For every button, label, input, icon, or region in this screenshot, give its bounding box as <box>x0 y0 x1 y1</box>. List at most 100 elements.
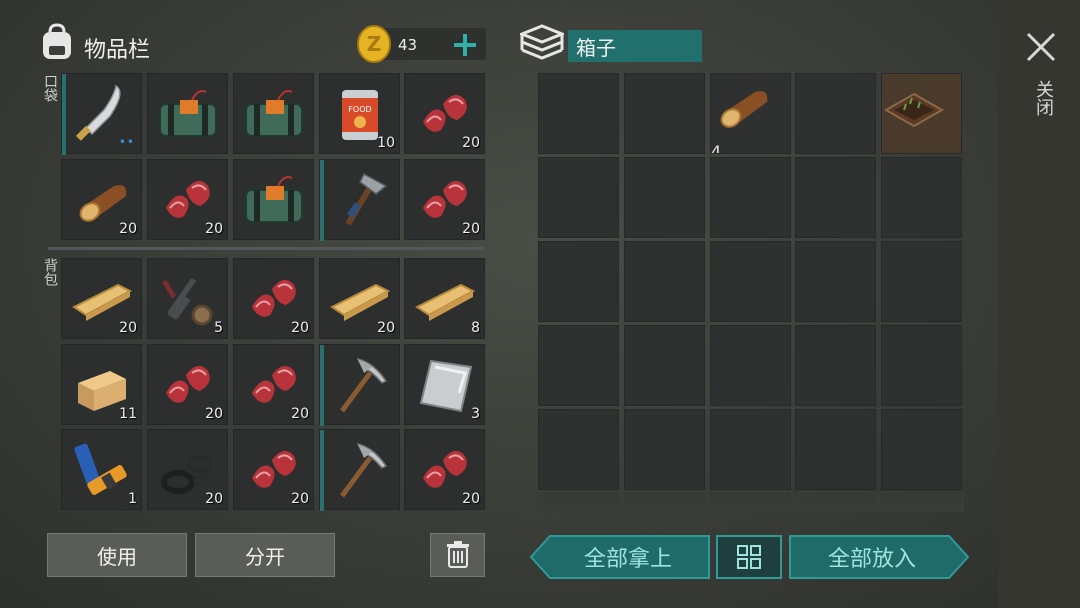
explosive-pack-icon <box>156 82 220 146</box>
hatchet-icon <box>328 168 392 232</box>
durability-bar <box>320 160 324 241</box>
inventory-slot[interactable]: 20 <box>233 258 314 339</box>
add-coins-button[interactable] <box>450 30 480 60</box>
garden-bed-icon <box>882 74 961 142</box>
coin-count: 43 <box>398 36 418 54</box>
use-button[interactable]: 使用 <box>47 533 187 577</box>
item-count: 20 <box>462 221 480 237</box>
inventory-slot[interactable] <box>710 157 791 238</box>
inventory-title: 物品栏 <box>84 38 151 63</box>
inventory-slot[interactable]: 20 <box>147 429 228 510</box>
inventory-slot[interactable] <box>538 157 619 238</box>
inventory-slot[interactable]: 5 <box>147 258 228 339</box>
inventory-slot[interactable]: 8 <box>404 258 485 339</box>
inventory-slot[interactable] <box>795 73 876 154</box>
inventory-slot[interactable]: 20 <box>147 344 228 425</box>
inventory-slot[interactable]: 20 <box>61 258 142 339</box>
log-icon <box>711 74 790 142</box>
inventory-slot[interactable] <box>881 325 962 406</box>
gun-parts-icon <box>156 267 220 331</box>
item-count: 3 <box>471 406 480 422</box>
metal-plate-icon <box>413 353 477 417</box>
inventory-slot[interactable]: 4 <box>710 73 791 154</box>
split-button[interactable]: 分开 <box>195 533 335 577</box>
inventory-slot[interactable] <box>624 325 705 406</box>
inventory-slot[interactable]: 20 <box>404 429 485 510</box>
close-icon <box>1026 32 1056 62</box>
item-count: 20 <box>291 320 309 336</box>
inventory-slot[interactable]: •• <box>61 73 142 155</box>
pickaxe-icon <box>328 353 392 417</box>
durability-bar <box>62 74 66 155</box>
inventory-slot[interactable] <box>795 157 876 238</box>
inventory-slot[interactable] <box>538 73 619 154</box>
durability-bar <box>320 430 324 511</box>
inventory-slot[interactable] <box>881 241 962 322</box>
durability-bar <box>320 345 324 426</box>
sort-button[interactable] <box>716 535 782 579</box>
inventory-slot[interactable] <box>881 73 962 154</box>
inventory-slot[interactable]: 20 <box>319 258 400 339</box>
inventory-slot[interactable] <box>795 409 876 490</box>
inventory-slot[interactable] <box>624 409 705 490</box>
item-count: 20 <box>291 406 309 422</box>
inventory-slot[interactable] <box>710 325 791 406</box>
inventory-slot[interactable] <box>147 73 228 154</box>
inventory-slot[interactable]: 3 <box>404 344 485 425</box>
inventory-slot[interactable]: 11 <box>61 344 142 425</box>
inventory-slot[interactable] <box>538 325 619 406</box>
item-count: 20 <box>462 135 480 151</box>
pickaxe-icon <box>328 438 392 502</box>
inventory-slot[interactable] <box>538 241 619 322</box>
inventory-slot[interactable] <box>881 409 962 490</box>
backpack-label: 背包 <box>42 258 58 286</box>
trash-icon <box>446 541 469 568</box>
explosive-pack-icon <box>242 82 306 146</box>
inventory-slot[interactable] <box>624 157 705 238</box>
item-count: 20 <box>205 221 223 237</box>
grid-icon <box>737 545 761 569</box>
backpack-icon <box>38 22 76 62</box>
item-count: 11 <box>119 406 137 422</box>
item-count: 20 <box>119 221 137 237</box>
ammo-dots: •• <box>118 135 135 149</box>
inventory-slot[interactable] <box>538 409 619 490</box>
inventory-slot[interactable] <box>233 73 314 154</box>
inventory-slot[interactable]: 20 <box>404 73 485 154</box>
inventory-slot[interactable]: 20 <box>233 344 314 425</box>
put-all-label: 全部放入 <box>827 547 916 572</box>
item-count: 4 <box>711 142 722 154</box>
svg-text:FOOD: FOOD <box>348 105 371 114</box>
inventory-slot[interactable] <box>881 157 962 238</box>
inventory-slot[interactable] <box>795 241 876 322</box>
inventory-slot[interactable]: 20 <box>233 429 314 510</box>
inventory-slot[interactable] <box>710 241 791 322</box>
inventory-slot[interactable] <box>624 241 705 322</box>
item-count: 10 <box>377 135 395 151</box>
inventory-slot[interactable]: 20 <box>61 159 142 240</box>
pocket-label: 口袋 <box>42 74 58 102</box>
inventory-slot[interactable] <box>319 344 400 426</box>
inventory-slot[interactable]: 1 <box>61 429 142 510</box>
box-grid-fade <box>536 492 964 512</box>
item-count: 20 <box>462 491 480 507</box>
box-title-field[interactable]: 箱子 <box>568 30 702 62</box>
box-icon <box>517 24 567 62</box>
coin-icon: Z <box>356 24 392 64</box>
trash-button[interactable] <box>430 533 485 577</box>
inventory-slot[interactable] <box>319 159 400 241</box>
inventory-slot[interactable] <box>624 73 705 154</box>
explosive-pack-icon <box>242 168 306 232</box>
inventory-slot[interactable]: FOOD 10 <box>319 73 400 154</box>
inventory-slot[interactable]: 20 <box>404 159 485 240</box>
inventory-slot[interactable] <box>710 409 791 490</box>
put-all-button[interactable]: 全部放入 <box>789 535 969 579</box>
close-button[interactable] <box>1024 30 1058 64</box>
inventory-slot[interactable] <box>233 159 314 240</box>
take-all-button[interactable]: 全部拿上 <box>530 535 710 579</box>
inventory-slot[interactable]: 20 <box>147 159 228 240</box>
item-count: 1 <box>128 491 137 507</box>
inventory-slot[interactable] <box>319 429 400 511</box>
item-count: 20 <box>119 320 137 336</box>
inventory-slot[interactable] <box>795 325 876 406</box>
